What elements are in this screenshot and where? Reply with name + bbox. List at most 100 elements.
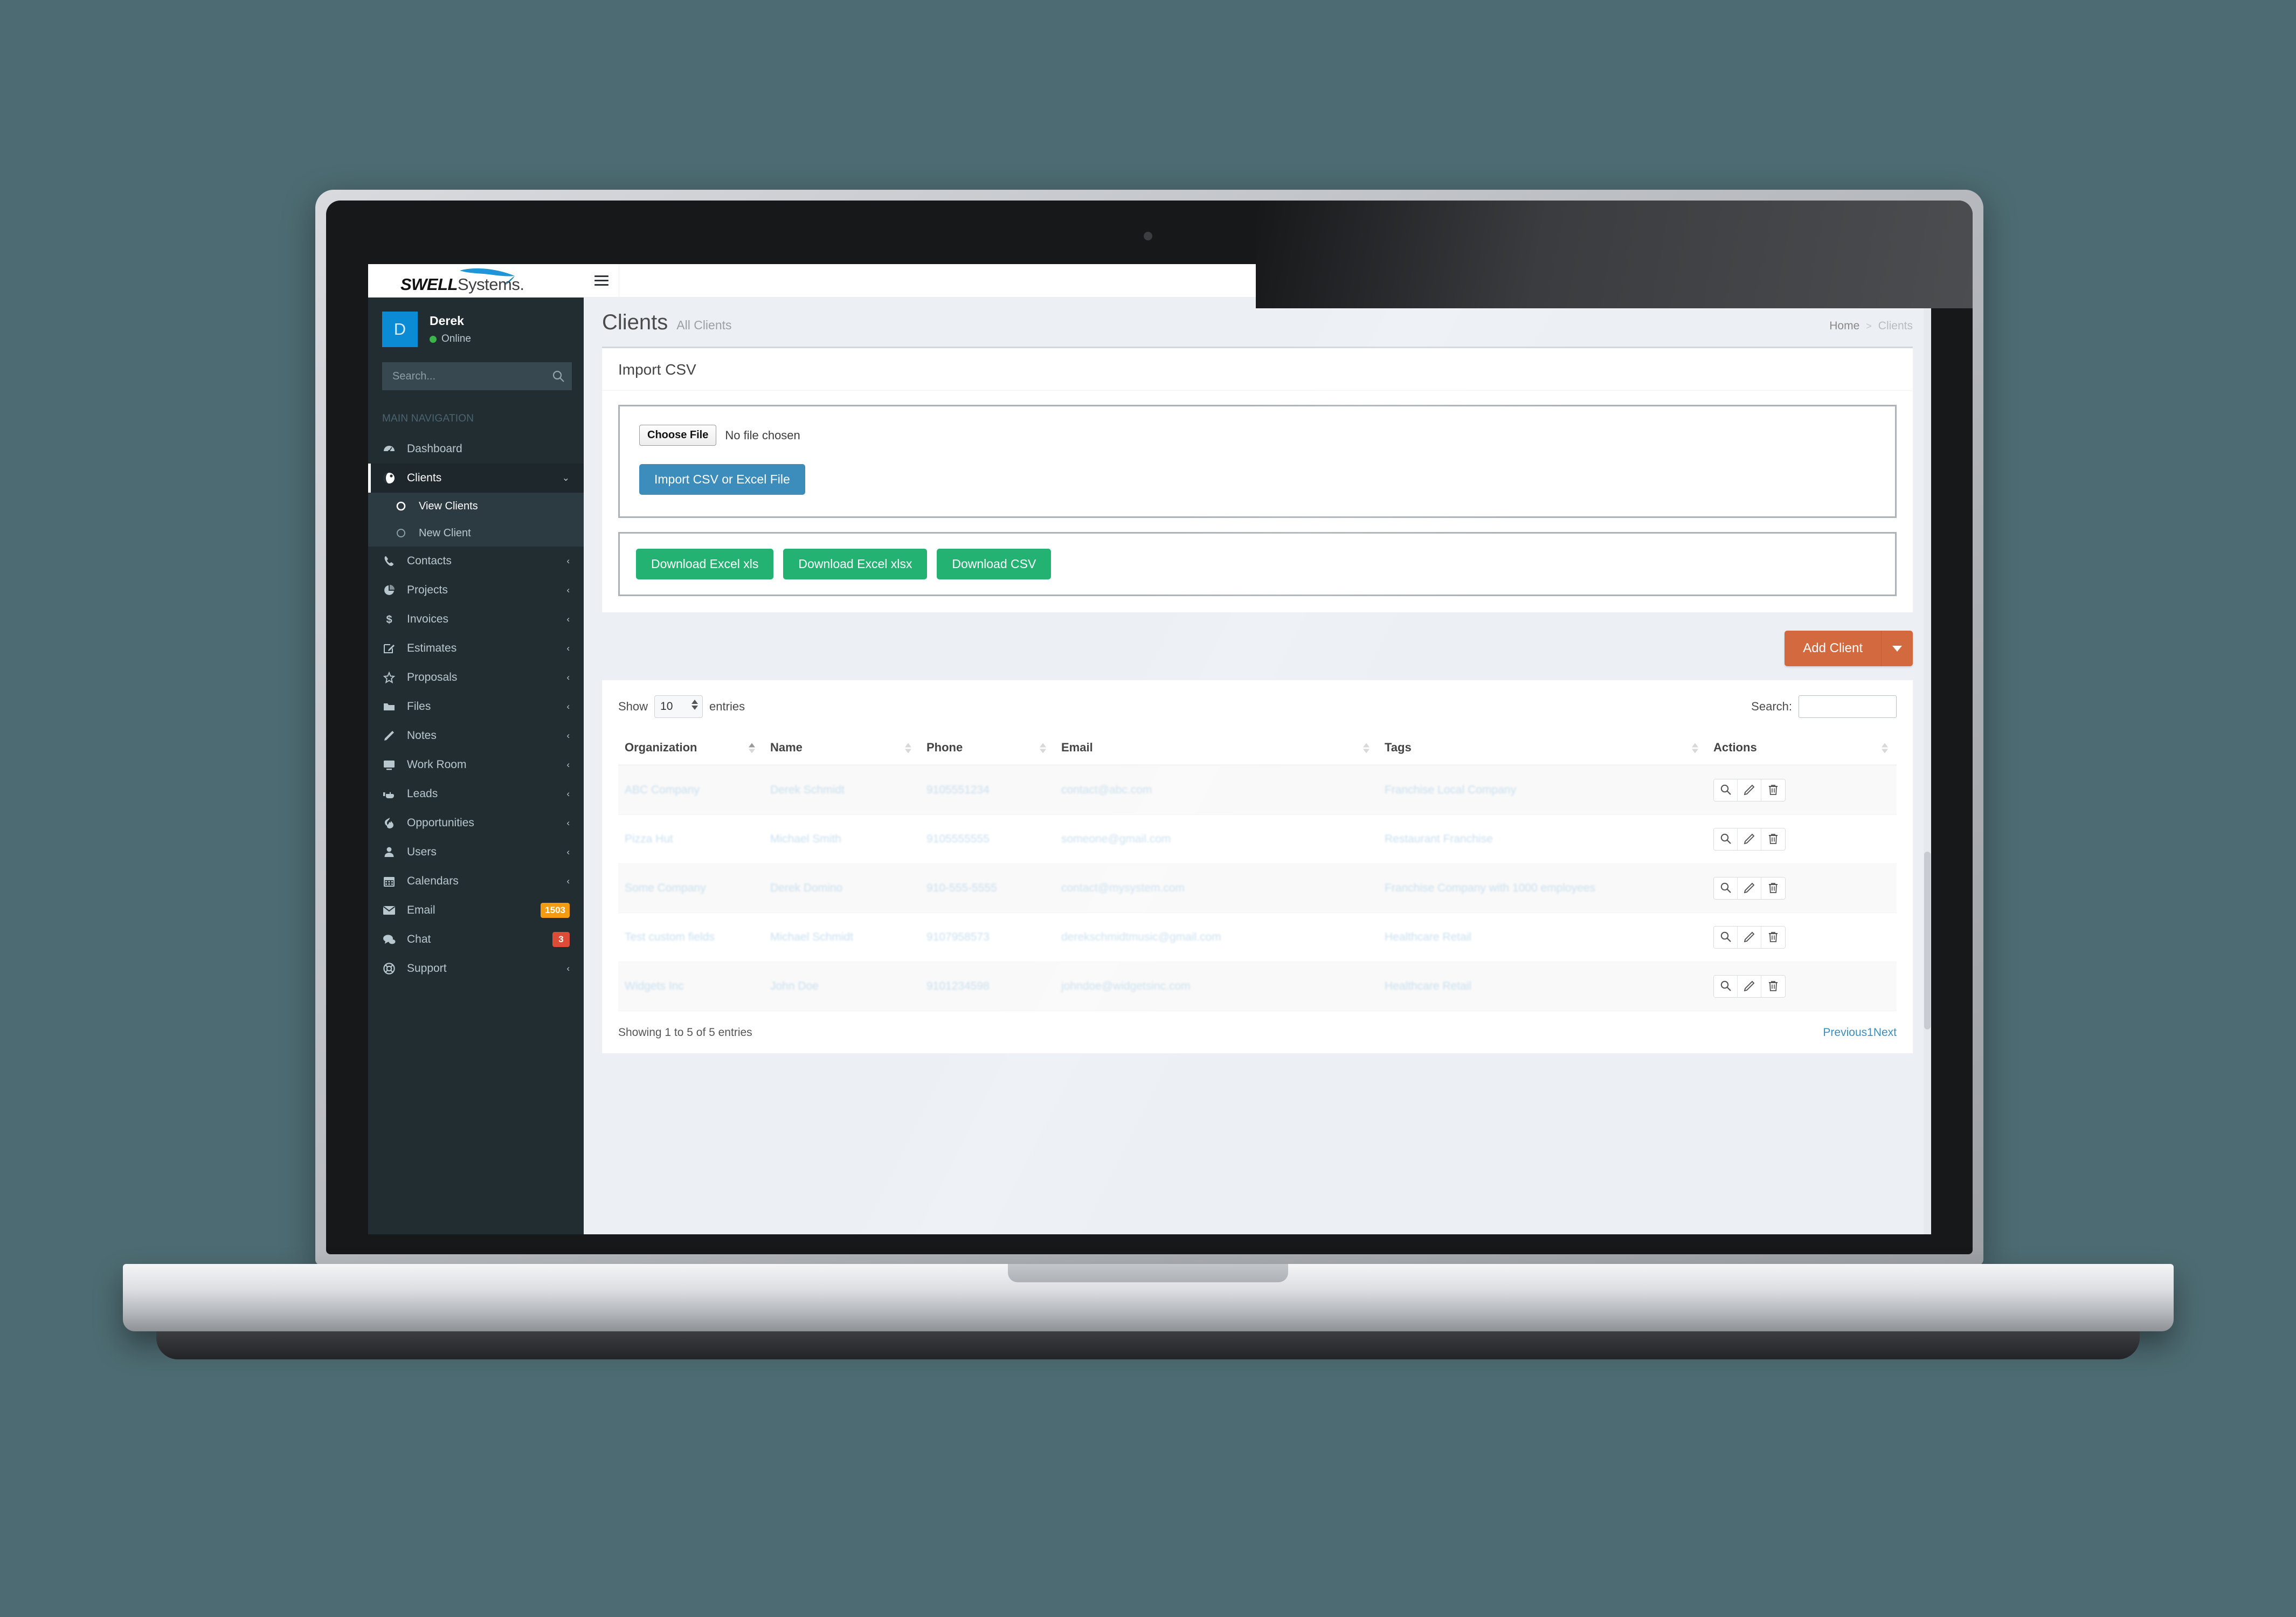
user-menu[interactable]: D Derek	[1785, 264, 1873, 297]
sidebar-item-notes[interactable]: Notes ‹	[368, 721, 584, 750]
dashboard-icon	[382, 443, 396, 455]
breadcrumb-home[interactable]: Home	[1829, 320, 1859, 333]
view-action[interactable]	[1714, 828, 1738, 850]
edit-action[interactable]	[1738, 976, 1761, 997]
sidebar-item-files[interactable]: Files ‹	[368, 692, 584, 721]
view-action[interactable]	[1714, 976, 1738, 997]
chevron-left-icon: ‹	[566, 963, 570, 973]
chevron-left-icon: ‹	[566, 672, 570, 682]
table-row: Widgets Inc John Doe 9101234598 johndoe@wid…	[618, 962, 1897, 1011]
page-scrollbar-track[interactable]	[1924, 264, 1931, 1234]
download-csv-button[interactable]: Download CSV	[937, 549, 1052, 579]
column-header-phone[interactable]: Phone	[920, 732, 1055, 766]
page-length-value: 10	[660, 700, 673, 713]
content-header: Clients All Clients Home > Clients	[584, 298, 1931, 347]
row-action-group	[1713, 877, 1786, 900]
sidebar-item-view-clients[interactable]: View Clients	[368, 493, 584, 520]
sidebar-user-panel[interactable]: D Derek Online	[368, 298, 584, 359]
sidebar-item-clients[interactable]: Clients ⌄	[368, 464, 584, 493]
sidebar-search[interactable]	[382, 362, 572, 390]
sidebar-item-label: Notes	[407, 729, 437, 742]
sidebar-toggle-button[interactable]	[584, 264, 619, 297]
sidebar-item-label: Clients	[407, 472, 442, 484]
cell-organization: Test custom fields	[618, 913, 764, 962]
notifications-menu[interactable]: 56	[1668, 264, 1727, 297]
table-search-input[interactable]	[1799, 695, 1897, 718]
sidebar-item-support[interactable]: Support ‹	[368, 954, 584, 983]
lifebuoy-icon	[382, 962, 396, 975]
pencil-icon	[1744, 833, 1755, 846]
avatar: D	[1797, 268, 1821, 293]
trash-icon	[1767, 882, 1779, 895]
sidebar: D Derek Online Search... MAIN NAVIGATION…	[368, 298, 584, 1234]
edit-action[interactable]	[1738, 779, 1761, 801]
pagination-next[interactable]: Next	[1873, 1026, 1897, 1039]
view-action[interactable]	[1714, 779, 1738, 801]
trash-icon	[1767, 784, 1779, 797]
sidebar-item-opportunities[interactable]: Opportunities ‹	[368, 808, 584, 838]
sidebar-item-estimates[interactable]: Estimates ‹	[368, 634, 584, 663]
page-subtitle: All Clients	[676, 318, 732, 332]
sidebar-item-new-client[interactable]: New Client	[368, 520, 584, 547]
column-header-name[interactable]: Name	[764, 732, 920, 766]
view-action[interactable]	[1714, 927, 1738, 948]
add-client-dropdown-toggle[interactable]	[1881, 631, 1913, 666]
settings-menu[interactable]	[1873, 264, 1931, 297]
datatable-footer: Showing 1 to 5 of 5 entries Previous 1 N…	[618, 1026, 1897, 1039]
delete-action[interactable]	[1761, 828, 1785, 850]
top-header-bar: SWELLSystems. 1503 56 6 D Derek	[368, 264, 1931, 298]
sidebar-item-chat[interactable]: Chat 3	[368, 925, 584, 954]
cell-actions	[1707, 913, 1897, 962]
sidebar-user-name: Derek	[430, 314, 464, 328]
column-header-organization[interactable]: Organization	[618, 732, 764, 766]
cell-name: John Doe	[764, 962, 920, 1011]
sidebar-avatar: D	[382, 312, 418, 347]
import-csv-panel: Import CSV Choose File No file chosen Im…	[602, 347, 1913, 612]
app-logo[interactable]: SWELLSystems.	[368, 264, 584, 298]
download-excel-xls-button[interactable]: Download Excel xls	[636, 549, 774, 579]
messages-menu[interactable]: 1503	[1610, 264, 1669, 297]
sidebar-item-calendars[interactable]: Calendars ‹	[368, 867, 584, 896]
sidebar-item-users[interactable]: Users ‹	[368, 838, 584, 867]
sidebar-item-dashboard[interactable]: Dashboard	[368, 434, 584, 464]
import-csv-button[interactable]: Import CSV or Excel File	[639, 464, 805, 495]
delete-action[interactable]	[1761, 976, 1785, 997]
sidebar-item-leads[interactable]: Leads ‹	[368, 779, 584, 808]
pagination-page-1[interactable]: 1	[1867, 1026, 1873, 1039]
sidebar-item-invoices[interactable]: $ Invoices ‹	[368, 605, 584, 634]
add-client-button[interactable]: Add Client	[1785, 631, 1881, 666]
sidebar-item-email[interactable]: Email 1503	[368, 896, 584, 925]
star-icon	[382, 671, 396, 684]
tasks-menu[interactable]: 6	[1726, 264, 1785, 297]
fire-icon	[382, 817, 396, 830]
delete-action[interactable]	[1761, 927, 1785, 948]
column-header-actions[interactable]: Actions	[1707, 732, 1897, 766]
download-excel-xlsx-button[interactable]: Download Excel xlsx	[783, 549, 928, 579]
edit-action[interactable]	[1738, 927, 1761, 948]
cell-email: derekschmidtmusic@gmail.com	[1055, 913, 1378, 962]
sort-icon	[1882, 743, 1888, 754]
sidebar-item-contacts[interactable]: Contacts ‹	[368, 547, 584, 576]
sidebar-subitem-label: View Clients	[419, 500, 478, 512]
delete-action[interactable]	[1761, 779, 1785, 801]
cell-tags: Franchise Local Company	[1378, 765, 1707, 815]
edit-action[interactable]	[1738, 828, 1761, 850]
column-header-tags[interactable]: Tags	[1378, 732, 1707, 766]
search-icon	[1720, 833, 1732, 846]
sidebar-search-input[interactable]	[383, 370, 545, 383]
view-action[interactable]	[1714, 877, 1738, 899]
sidebar-search-button[interactable]	[545, 363, 571, 390]
sidebar-item-proposals[interactable]: Proposals ‹	[368, 663, 584, 692]
sidebar-item-work-room[interactable]: Work Room ‹	[368, 750, 584, 779]
column-header-email[interactable]: Email	[1055, 732, 1378, 766]
page-length-select[interactable]: 10	[654, 695, 703, 718]
chevron-left-icon: ‹	[566, 701, 570, 711]
choose-file-button[interactable]: Choose File	[639, 425, 717, 446]
cell-actions	[1707, 814, 1897, 864]
delete-action[interactable]	[1761, 877, 1785, 899]
pagination-previous[interactable]: Previous	[1823, 1026, 1867, 1039]
sidebar-item-projects[interactable]: Projects ‹	[368, 576, 584, 605]
edit-action[interactable]	[1738, 877, 1761, 899]
page-scrollbar-thumb[interactable]	[1924, 852, 1931, 1029]
cell-name: Derek Schmidt	[764, 765, 920, 815]
